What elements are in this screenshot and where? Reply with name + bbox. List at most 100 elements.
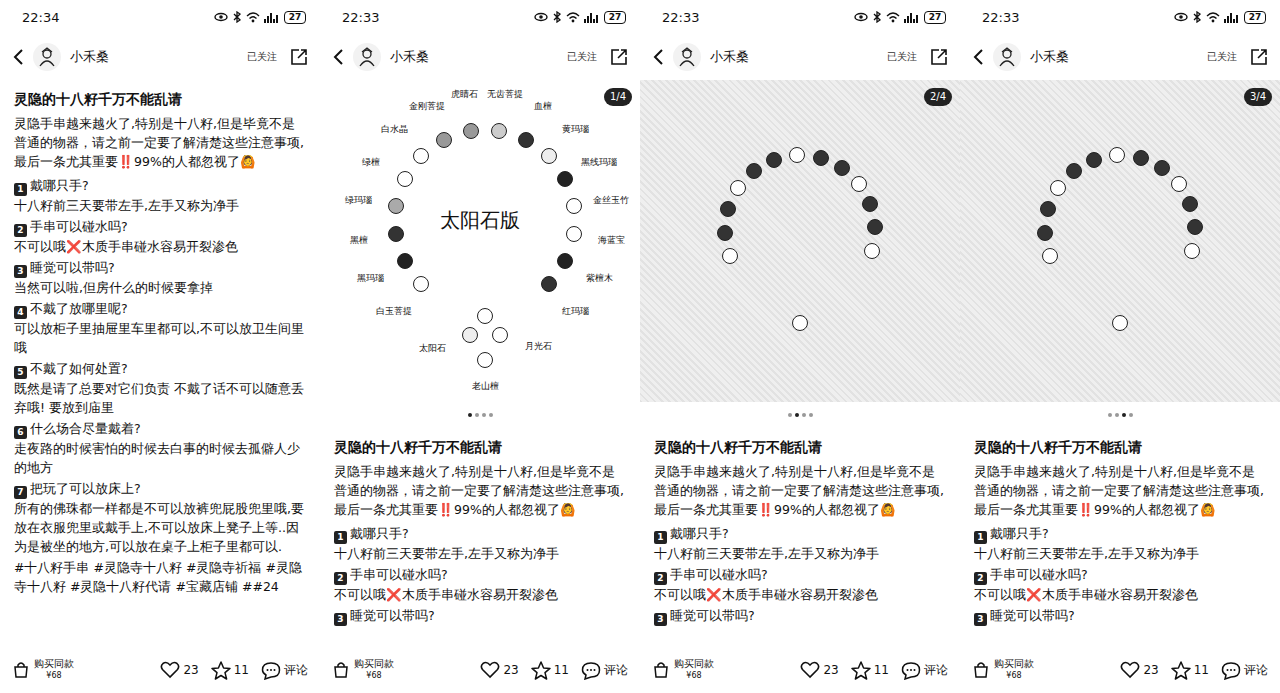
carousel-dot[interactable] <box>475 413 479 417</box>
like-button[interactable]: 23 <box>160 661 198 679</box>
bag-icon <box>972 661 990 679</box>
star-icon <box>531 661 551 680</box>
heart-icon <box>160 661 180 679</box>
hashtag[interactable]: #十八籽手串 <box>14 560 89 575</box>
hashtag[interactable]: #灵隐寺十八籽 <box>93 560 181 575</box>
avatar[interactable] <box>673 43 701 71</box>
author-name[interactable]: 小禾桑 <box>1030 48 1069 66</box>
bead <box>566 226 582 242</box>
wifi-icon <box>566 11 580 23</box>
pendant-label: 月光石 <box>525 341 552 352</box>
photo-bead <box>1040 201 1056 217</box>
carousel-dot[interactable] <box>802 413 806 417</box>
author-name[interactable]: 小禾桑 <box>390 48 429 66</box>
follow-button[interactable]: 已关注 <box>883 48 921 66</box>
bead <box>518 132 534 148</box>
carousel-dot[interactable] <box>489 413 493 417</box>
like-button[interactable]: 23 <box>480 661 518 679</box>
collect-button[interactable]: 11 <box>1171 661 1209 680</box>
follow-button[interactable]: 已关注 <box>563 48 601 66</box>
faq-answer: 不可以哦❌木质手串碰水容易开裂渗色 <box>334 585 626 604</box>
hashtag[interactable]: #灵隐寺祈福 <box>186 560 261 575</box>
hashtag[interactable]: #灵隐十八籽代请 <box>70 579 171 594</box>
avatar[interactable] <box>353 43 381 71</box>
post-image[interactable]: 2/4 <box>640 80 960 402</box>
share-icon[interactable] <box>1250 48 1268 66</box>
share-icon[interactable] <box>930 48 948 66</box>
share-icon[interactable] <box>610 48 628 66</box>
carousel-dot[interactable] <box>1129 413 1133 417</box>
like-button[interactable]: 23 <box>800 661 838 679</box>
photo-bead <box>1086 152 1102 168</box>
action-bar: 购买同款¥68 23 11 评论 <box>320 647 640 693</box>
post-body: 灵隐的十八籽千万不能乱请灵隐手串越来越火了,特别是十八籽,但是毕竟不是普通的物器… <box>0 80 320 647</box>
buy-text: 购买同款 <box>674 658 714 670</box>
carousel-dot[interactable] <box>809 413 813 417</box>
follow-button[interactable]: 已关注 <box>243 48 281 66</box>
status-icons: 27 <box>1174 11 1266 24</box>
comment-button[interactable]: 评论 <box>261 661 308 680</box>
comment-button[interactable]: 评论 <box>581 661 628 680</box>
avatar[interactable] <box>993 43 1021 71</box>
comment-button[interactable]: 评论 <box>901 661 948 680</box>
bead <box>463 123 479 139</box>
post-body: 3/4灵隐的十八籽千万不能乱请灵隐手串越来越火了,特别是十八籽,但是毕竟不是普通… <box>960 80 1280 647</box>
back-icon[interactable] <box>332 48 344 66</box>
hashtag[interactable]: #宝藏店铺 <box>175 579 237 594</box>
buy-label: 购买同款¥68 <box>994 658 1034 682</box>
collect-button[interactable]: 11 <box>531 661 569 680</box>
pendant-bead <box>462 327 478 343</box>
comment-button[interactable]: 评论 <box>1221 661 1268 680</box>
bead-label: 黑檀 <box>350 235 368 246</box>
collect-count: 11 <box>874 663 889 677</box>
back-icon[interactable] <box>972 48 984 66</box>
question-text: 不戴了如何处置? <box>30 361 128 376</box>
faq-question: 2手串可以碰水吗? <box>14 217 306 237</box>
collect-button[interactable]: 11 <box>211 661 249 680</box>
author-name[interactable]: 小禾桑 <box>710 48 749 66</box>
comment-label: 评论 <box>1244 662 1268 679</box>
buy-button[interactable]: 购买同款¥68 <box>12 658 74 682</box>
bag-icon <box>332 661 350 679</box>
bluetooth-icon <box>552 11 562 23</box>
faq-answer: 十八籽前三天要带左手,左手又称为净手 <box>14 196 306 215</box>
buy-label: 购买同款¥68 <box>354 658 394 682</box>
collect-button[interactable]: 11 <box>851 661 889 680</box>
author-name[interactable]: 小禾桑 <box>70 48 109 66</box>
carousel-dot[interactable] <box>468 413 472 417</box>
buy-text: 购买同款 <box>34 658 74 670</box>
avatar[interactable] <box>33 43 61 71</box>
photo-bead <box>851 176 867 192</box>
post-title: 灵隐的十八籽千万不能乱请 <box>654 436 946 458</box>
photo-bead <box>766 152 782 168</box>
carousel-dot[interactable] <box>482 413 486 417</box>
like-button[interactable]: 23 <box>1120 661 1158 679</box>
carousel-dot[interactable] <box>1122 413 1126 417</box>
price: ¥68 <box>1006 670 1021 682</box>
hashtag[interactable]: ##24 <box>242 579 279 594</box>
buy-button[interactable]: 购买同款¥68 <box>972 658 1034 682</box>
back-icon[interactable] <box>652 48 664 66</box>
question-text: 睡觉可以带吗? <box>990 608 1075 623</box>
question-text: 睡觉可以带吗? <box>30 260 115 275</box>
bead-label: 黑玛瑙 <box>357 273 384 284</box>
follow-button[interactable]: 已关注 <box>1203 48 1241 66</box>
post-image[interactable]: 白玉菩提黑玛瑙黑檀绿玛瑙绿檀白水晶金刚菩提虎睛石无齿菩提血檀黄玛瑙黑线玛瑙金丝玉… <box>320 80 640 402</box>
carousel-dot[interactable] <box>1108 413 1112 417</box>
buy-button[interactable]: 购买同款¥68 <box>652 658 714 682</box>
collect-count: 11 <box>234 663 249 677</box>
carousel-dot[interactable] <box>1115 413 1119 417</box>
buy-button[interactable]: 购买同款¥68 <box>332 658 394 682</box>
photo-bead <box>789 147 805 163</box>
back-icon[interactable] <box>12 48 24 66</box>
carousel-dot[interactable] <box>788 413 792 417</box>
carousel-dot[interactable] <box>795 413 799 417</box>
post-intro: 灵隐手串越来越火了,特别是十八籽,但是毕竟不是普通的物器，请之前一定要了解清楚这… <box>974 462 1266 519</box>
number-badge: 4 <box>14 306 27 319</box>
post-image[interactable]: 3/4 <box>960 80 1280 402</box>
number-badge: 1 <box>654 531 667 544</box>
buy-label: 购买同款¥68 <box>34 658 74 682</box>
bead <box>557 171 573 187</box>
wifi-icon <box>1206 11 1220 23</box>
share-icon[interactable] <box>290 48 308 66</box>
